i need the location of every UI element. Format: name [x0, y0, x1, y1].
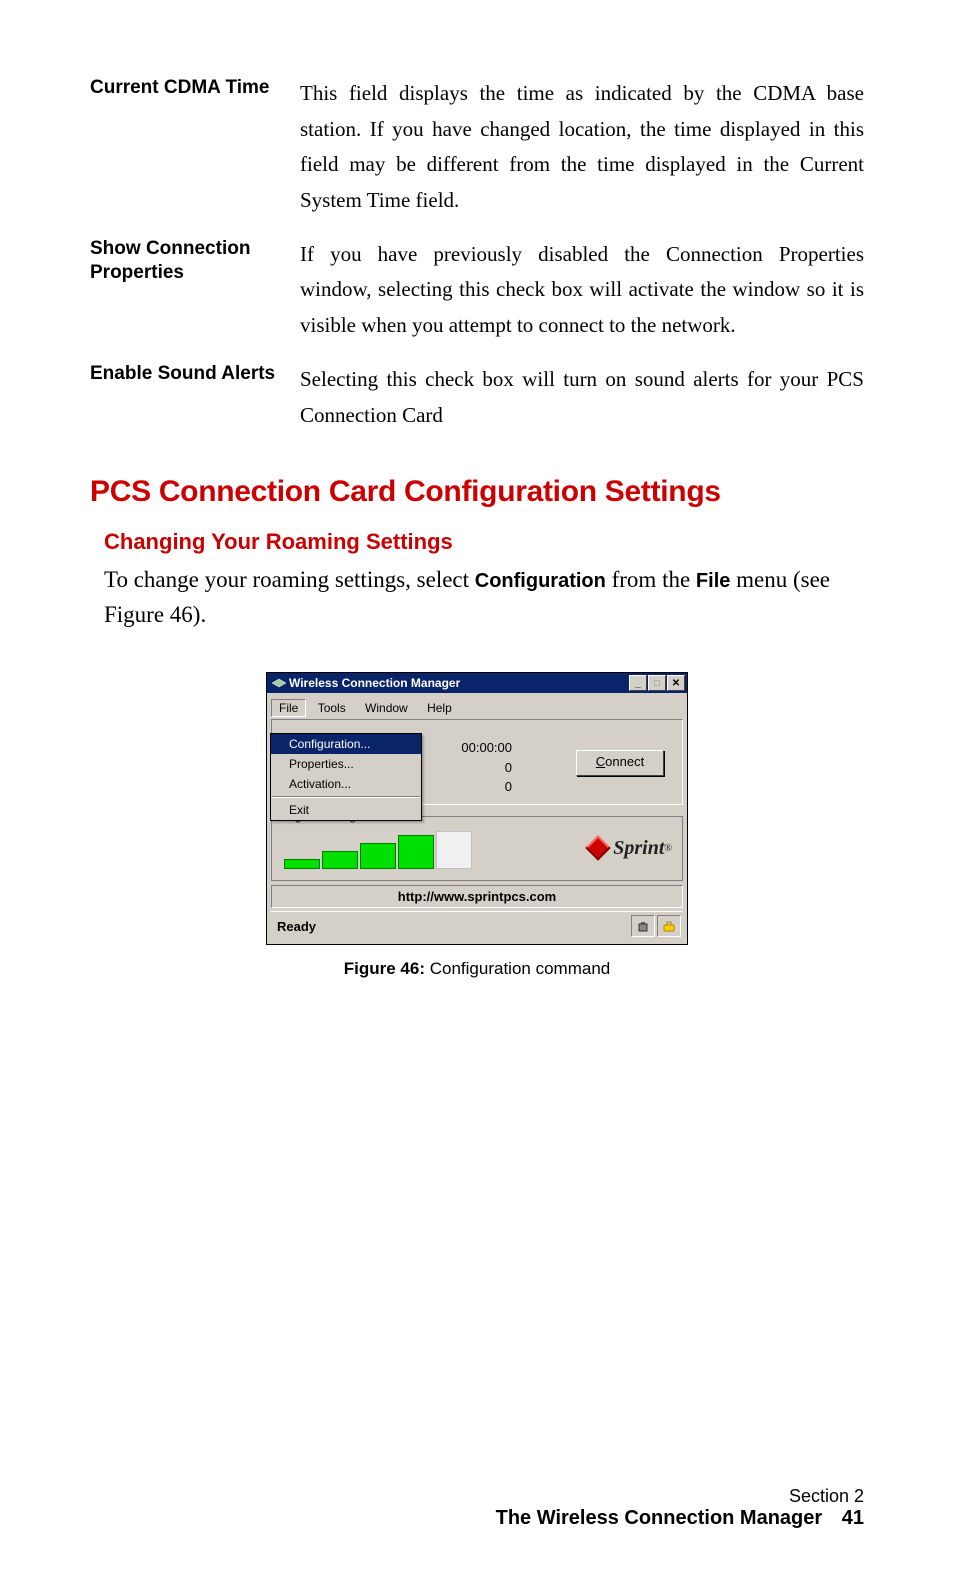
para-pre: To change your roaming settings, select — [104, 567, 475, 592]
definitions-table: Current CDMA Time This field displays th… — [90, 70, 864, 445]
minimize-button[interactable]: _ — [629, 675, 647, 691]
page-footer: Section 2 The Wireless Connection Manage… — [496, 1486, 864, 1530]
menubar: File Tools Window Help — [271, 697, 683, 719]
sprint-reg-mark: ® — [664, 843, 672, 854]
bytes-sent-value: 0 — [461, 758, 512, 778]
app-icon — [271, 678, 285, 688]
section-heading: PCS Connection Card Configuration Settin… — [90, 475, 864, 509]
window-title-text: Wireless Connection Manager — [289, 676, 460, 690]
subsection-heading: Changing Your Roaming Settings — [104, 529, 864, 555]
footer-section: Section 2 — [496, 1486, 864, 1507]
footer-title: The Wireless Connection Manager — [496, 1507, 823, 1529]
roaming-paragraph: To change your roaming settings, select … — [104, 563, 864, 632]
bytes-recv-value: 0 — [461, 777, 512, 797]
term-cdma-time: Current CDMA Time — [90, 70, 300, 231]
para-bold-file: File — [696, 570, 730, 592]
desc-enable-sound: Selecting this check box will turn on so… — [300, 356, 864, 445]
figure-46: Wireless Connection Manager _ □ ✕ File T… — [90, 672, 864, 979]
menu-item-properties[interactable]: Properties... — [271, 754, 421, 774]
signal-bar-2 — [322, 851, 358, 869]
menu-tools[interactable]: Tools — [310, 699, 354, 717]
status-bar: Ready — [271, 911, 683, 940]
signal-bar-3 — [360, 843, 396, 869]
connect-label-rest: onnect — [605, 754, 644, 769]
para-mid: from the — [606, 567, 696, 592]
status-icon-1[interactable] — [631, 915, 655, 937]
para-bold-configuration: Configuration — [475, 570, 606, 592]
stats-readout: 00:00:00 0 0 — [461, 738, 512, 797]
menu-help[interactable]: Help — [419, 699, 460, 717]
menu-separator — [272, 796, 420, 798]
menu-window[interactable]: Window — [357, 699, 416, 717]
window-titlebar[interactable]: Wireless Connection Manager _ □ ✕ — [267, 673, 687, 693]
signal-bar-1 — [284, 859, 320, 869]
url-bar[interactable]: http://www.sprintpcs.com — [271, 885, 683, 908]
wireless-connection-manager-window: Wireless Connection Manager _ □ ✕ File T… — [266, 672, 688, 945]
sprint-text: Sprint — [613, 837, 664, 860]
figure-label: Figure 46: — [344, 959, 425, 978]
desc-cdma-time: This field displays the time as indicate… — [300, 70, 864, 231]
term-enable-sound: Enable Sound Alerts — [90, 356, 300, 445]
window-client-area: File Tools Window Help Configuration... … — [267, 693, 687, 944]
timer-value: 00:00:00 — [461, 738, 512, 758]
maximize-button[interactable]: □ — [648, 675, 666, 691]
menu-file[interactable]: File — [271, 699, 306, 717]
sprint-logo: Sprint® — [552, 833, 672, 863]
sprint-diamond-icon — [586, 835, 611, 860]
menu-item-exit[interactable]: Exit — [271, 800, 421, 820]
menu-item-configuration[interactable]: Configuration... — [271, 734, 421, 754]
signal-bar-5-empty — [436, 831, 472, 869]
figure-text: Configuration command — [425, 959, 610, 978]
menu-item-activation[interactable]: Activation... — [271, 774, 421, 794]
status-text: Ready — [273, 919, 631, 934]
connect-hotkey: C — [596, 754, 605, 769]
status-icon-2[interactable] — [657, 915, 681, 937]
close-button[interactable]: ✕ — [667, 675, 685, 691]
page-number: 41 — [842, 1507, 864, 1529]
figure-caption: Figure 46: Configuration command — [90, 959, 864, 979]
file-dropdown: Configuration... Properties... Activatio… — [270, 733, 422, 821]
desc-show-conn-props: If you have previously disabled the Conn… — [300, 231, 864, 356]
term-show-conn-props: Show Connection Properties — [90, 231, 300, 356]
signal-bar-4 — [398, 835, 434, 869]
connect-button[interactable]: Connect — [576, 750, 664, 776]
